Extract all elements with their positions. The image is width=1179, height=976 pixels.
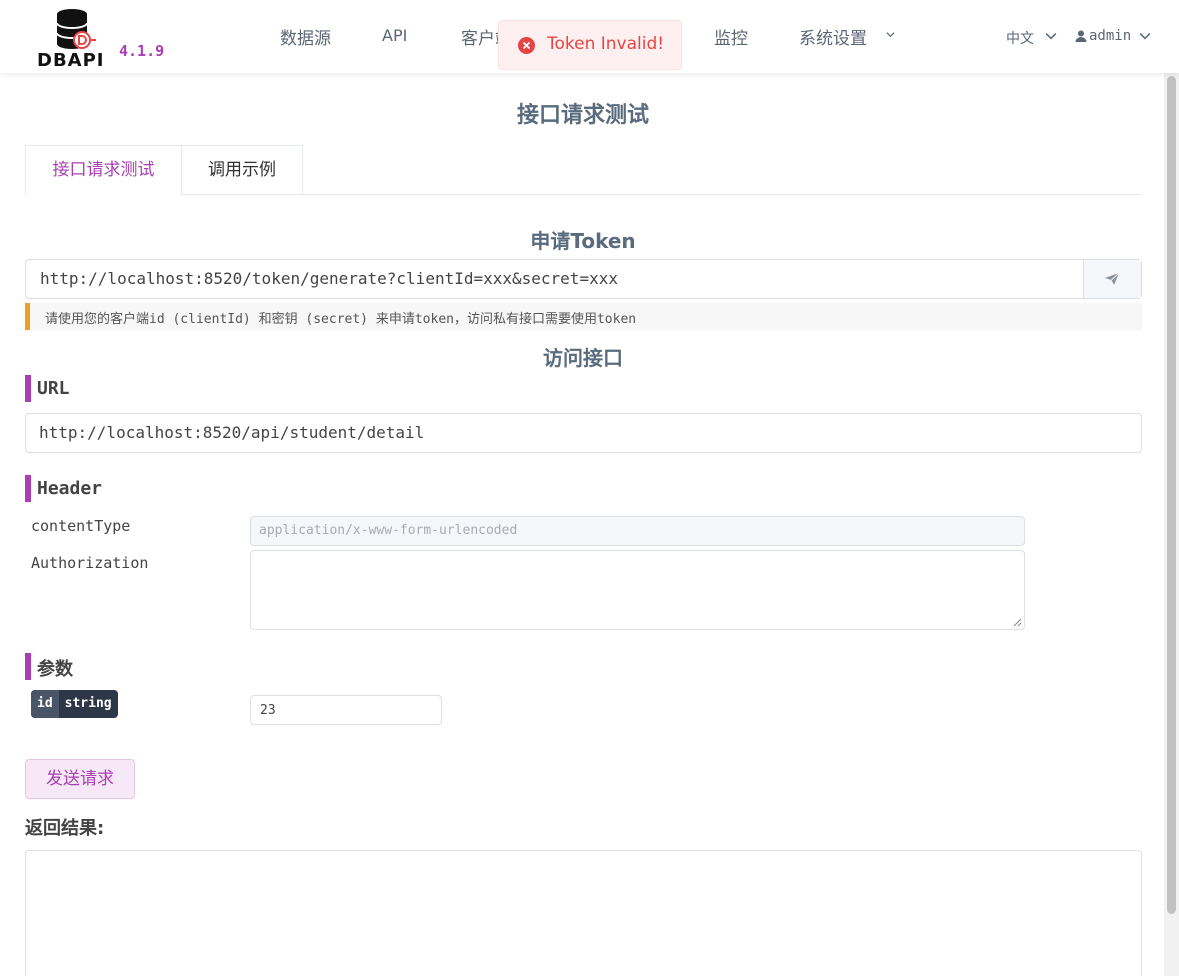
token-send-button[interactable] <box>1083 260 1141 298</box>
params-label: 参数 <box>37 659 73 680</box>
param-type: string <box>64 696 112 711</box>
page-scrollbar[interactable] <box>1164 73 1179 976</box>
version-label: 4.1.9 <box>119 42 165 60</box>
header-key-authorization: Authorization <box>31 554 149 572</box>
send-request-button[interactable]: 发送请求 <box>25 759 135 799</box>
token-section-title: 申请Token <box>530 229 636 253</box>
header-contenttype-value: application/x-www-form-urlencoded <box>259 523 518 538</box>
token-tip: 请使用您的客户端id (clientId) 和密钥 (secret) 来申请to… <box>25 303 1142 330</box>
nav-item-datasource[interactable]: 数据源 <box>280 24 331 49</box>
tab-request-test[interactable]: 接口请求测试 <box>25 145 182 195</box>
error-toast: Token Invalid! <box>498 20 682 70</box>
token-url-input[interactable]: http://localhost:8520/token/generate?cli… <box>25 259 1142 299</box>
api-url-value: http://localhost:8520/api/student/detail <box>39 423 425 442</box>
param-id-value: 23 <box>260 703 276 718</box>
send-icon <box>1105 272 1120 285</box>
language-selector[interactable]: 中文 <box>1006 28 1057 48</box>
result-label: 返回结果: <box>25 818 105 839</box>
token-url-value: http://localhost:8520/token/generate?cli… <box>40 269 618 288</box>
header-label: Header <box>37 478 103 499</box>
nav-item-api[interactable]: API <box>382 26 407 45</box>
access-section-title: 访问接口 <box>543 346 623 370</box>
api-url-input[interactable]: http://localhost:8520/api/student/detail <box>25 413 1142 453</box>
tab-call-example[interactable]: 调用示例 <box>181 145 303 195</box>
user-icon <box>1075 30 1087 42</box>
header-label-bar <box>25 475 31 502</box>
chevron-down-icon <box>886 32 895 38</box>
nav-item-monitor[interactable]: 监控 <box>714 24 748 49</box>
param-name: id <box>31 690 59 718</box>
chevron-down-icon <box>1045 33 1057 40</box>
nav-item-settings[interactable]: 系统设置 <box>799 24 867 49</box>
chevron-down-icon <box>1139 33 1151 40</box>
page-title: 接口请求测试 <box>516 103 649 128</box>
resize-handle-icon[interactable] <box>1012 617 1022 627</box>
result-output[interactable] <box>25 850 1142 976</box>
error-circle-icon <box>518 37 535 54</box>
header-key-contenttype: contentType <box>31 517 131 535</box>
url-label-bar <box>25 375 31 402</box>
header-contenttype-input: application/x-www-form-urlencoded <box>250 516 1025 546</box>
language-label: 中文 <box>1006 31 1034 47</box>
params-label-bar <box>25 653 31 680</box>
param-tag-id: id string <box>31 690 118 718</box>
toast-message: Token Invalid! <box>547 34 665 54</box>
logo-text: DBAPI <box>37 50 105 71</box>
token-tip-text: 请使用您的客户端id (clientId) 和密钥 (secret) 来申请to… <box>45 312 637 327</box>
user-name: admin <box>1089 28 1132 44</box>
url-label: URL <box>37 378 70 399</box>
authorization-textarea[interactable] <box>250 550 1025 630</box>
scrollbar-thumb[interactable] <box>1167 76 1176 914</box>
param-id-input[interactable]: 23 <box>250 695 442 725</box>
